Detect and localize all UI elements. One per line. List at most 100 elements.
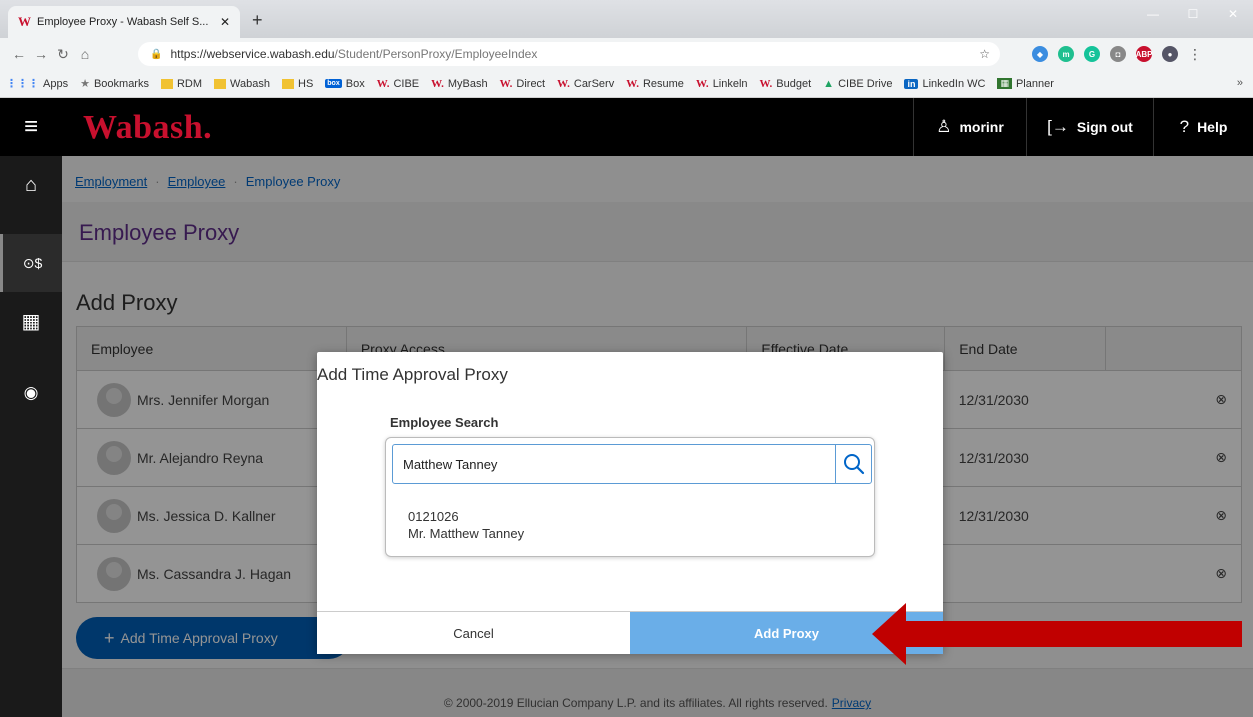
- home-icon[interactable]: ⌂: [74, 46, 96, 62]
- bookmark-label: Bookmarks: [93, 77, 149, 90]
- hs-icon: [282, 78, 294, 89]
- user-icon: ♙: [936, 117, 952, 136]
- sign-out-button[interactable]: [→ Sign out: [1026, 98, 1153, 156]
- chrome-menu-icon[interactable]: ⋮: [1188, 46, 1202, 63]
- bookmark-box[interactable]: box Box: [325, 77, 365, 90]
- browser-tab[interactable]: W Employee Proxy - Wabash Self S... ✕: [8, 6, 240, 38]
- search-box: [392, 444, 872, 484]
- url-host: https://webservice.wabash.edu: [170, 47, 335, 61]
- finance-nav-icon[interactable]: ⊙$: [0, 234, 62, 292]
- adblock-extension-icon[interactable]: ABP: [1136, 46, 1152, 62]
- w-icon: W.: [499, 77, 513, 90]
- bookmark-label: Linkeln: [712, 77, 748, 90]
- employment-nav-icon[interactable]: ▦: [0, 292, 62, 350]
- close-tab-icon[interactable]: ✕: [220, 15, 230, 29]
- lock-icon: 🔒: [150, 48, 163, 60]
- bookmark-planner[interactable]: ▦ Planner: [997, 77, 1054, 90]
- bookmark-label: Box: [345, 77, 365, 90]
- cancel-button[interactable]: Cancel: [317, 612, 630, 654]
- m-extension-icon[interactable]: m: [1058, 46, 1074, 62]
- folder-icon: [214, 78, 227, 89]
- bookmark-linkedin-wc[interactable]: in LinkedIn WC: [904, 78, 985, 90]
- browser-tab-strip: W Employee Proxy - Wabash Self S... ✕ + …: [0, 0, 1253, 38]
- w-icon: W.: [557, 77, 570, 90]
- dialog-footer: Cancel Add Proxy: [317, 611, 943, 654]
- url-path: /Student/PersonProxy/EmployeeIndex: [334, 47, 538, 61]
- search-icon: [843, 454, 864, 475]
- bookmark-direct[interactable]: W. Direct: [500, 78, 545, 90]
- address-bar[interactable]: 🔒 https://webservice.wabash.edu/Student/…: [138, 42, 1000, 66]
- dropbox-extension-icon[interactable]: ◆: [1032, 46, 1048, 62]
- bookmark-hs[interactable]: HS: [282, 78, 313, 90]
- bookmark-star-icon[interactable]: ☆: [979, 47, 990, 61]
- bookmark-label: Budget: [776, 77, 812, 90]
- bookmark-linkeln[interactable]: W. Linkeln: [696, 78, 748, 90]
- dialog-title: Add Time Approval Proxy: [317, 365, 508, 384]
- pocket-extension-icon[interactable]: ◘: [1110, 46, 1126, 62]
- reload-icon[interactable]: ↻: [52, 46, 74, 63]
- help-icon: ?: [1179, 117, 1190, 136]
- bookmark-wabash[interactable]: Wabash: [214, 78, 270, 90]
- employee-search-input[interactable]: [393, 445, 835, 483]
- bookmark-label: Resume: [642, 77, 684, 90]
- tab-title: Employee Proxy - Wabash Self S...: [37, 16, 209, 28]
- bookmark-label: HS: [298, 77, 314, 90]
- w-icon: W.: [695, 77, 709, 90]
- bookmark-carserv[interactable]: W. CarServ: [557, 78, 614, 90]
- user-menu-button[interactable]: ♙ morinr: [913, 98, 1026, 156]
- sign-out-icon: [→: [1047, 117, 1069, 136]
- employee-search-label: Employee Search: [390, 415, 499, 430]
- add-time-approval-proxy-dialog: Add Time Approval Proxy Employee Search …: [317, 352, 943, 654]
- bookmark-mybash[interactable]: W. MyBash: [431, 78, 488, 90]
- browser-toolbar: ← → ↻ ⌂ 🔒 https://webservice.wabash.edu /…: [0, 38, 1253, 70]
- search-dropdown: 0121026 Mr. Matthew Tanney: [385, 437, 875, 557]
- w-icon: W.: [431, 77, 444, 90]
- bookmark-label: Apps: [43, 77, 69, 90]
- annotation-arrow-icon: [872, 603, 1242, 665]
- minimize-icon[interactable]: —: [1133, 0, 1173, 28]
- home-nav-icon[interactable]: ⌂: [0, 156, 62, 214]
- profile-avatar-icon[interactable]: ●: [1162, 46, 1178, 62]
- grammarly-extension-icon[interactable]: G: [1084, 46, 1100, 62]
- folder-icon: [160, 78, 173, 89]
- in-icon: in: [904, 78, 919, 89]
- bookmark-label: CIBE: [393, 77, 420, 90]
- maximize-icon[interactable]: ☐: [1173, 0, 1213, 28]
- close-window-icon[interactable]: ✕: [1213, 0, 1253, 28]
- bookmark-cibe[interactable]: W. CIBE: [377, 78, 419, 90]
- wabash-favicon-icon: W: [18, 14, 31, 29]
- search-button[interactable]: [835, 445, 871, 483]
- box-icon: box: [325, 79, 342, 88]
- wabash-logo: Wabash.: [83, 109, 213, 146]
- bookmark-bookmarks[interactable]: ★ Bookmarks: [80, 77, 149, 91]
- bookmark-apps[interactable]: ⋮⋮⋮ Apps: [6, 77, 69, 91]
- back-icon[interactable]: ←: [8, 46, 30, 62]
- result-name: Mr. Matthew Tanney: [408, 526, 525, 541]
- help-button[interactable]: ? Help: [1153, 98, 1253, 156]
- new-tab-button[interactable]: +: [252, 10, 263, 31]
- w-icon: W.: [376, 77, 390, 90]
- bookmarks-overflow-button[interactable]: »: [1237, 77, 1243, 89]
- search-result-item[interactable]: 0121026 Mr. Matthew Tanney: [408, 508, 524, 542]
- bookmark-cibe-drive[interactable]: ▲ CIBE Drive: [823, 78, 892, 90]
- bookmark-label: LinkedIn WC: [922, 77, 986, 90]
- bookmark-budget[interactable]: W. Budget: [760, 78, 812, 90]
- w-icon: W.: [759, 77, 773, 90]
- w-icon: W.: [626, 77, 639, 90]
- bookmark-label: Planner: [1015, 77, 1054, 90]
- bookmark-label: Direct: [516, 77, 546, 90]
- extension-icons: ◆ m G ◘ ABP ● ⋮: [1032, 46, 1202, 63]
- bookmark-label: Wabash: [230, 77, 270, 90]
- window-controls: — ☐ ✕: [1133, 0, 1253, 28]
- bookmark-rdm[interactable]: RDM: [160, 78, 202, 90]
- star-icon: ★: [80, 78, 90, 90]
- user-name: morinr: [959, 119, 1004, 135]
- forward-icon[interactable]: →: [30, 46, 52, 62]
- user-profile-nav-icon[interactable]: ◉: [0, 364, 62, 422]
- bookmark-label: CarServ: [573, 77, 615, 90]
- hamburger-menu-icon[interactable]: ≡: [0, 98, 62, 156]
- apps-icon: ⋮⋮⋮: [6, 78, 39, 90]
- bookmark-resume[interactable]: W. Resume: [626, 78, 684, 90]
- planner-icon: ▦: [997, 78, 1012, 89]
- result-id: 0121026: [408, 509, 459, 524]
